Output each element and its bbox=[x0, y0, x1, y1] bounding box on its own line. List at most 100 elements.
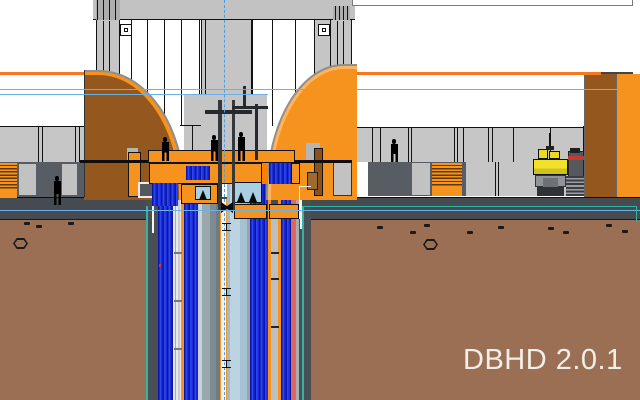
tower-square-left-inner bbox=[124, 28, 128, 32]
soil-rock bbox=[606, 224, 612, 227]
soil-rock bbox=[377, 226, 383, 229]
canister-rack-low bbox=[152, 183, 178, 206]
door-panel bbox=[412, 163, 430, 195]
wall-stud bbox=[38, 126, 39, 162]
canister-rack bbox=[269, 163, 291, 184]
wall-stud bbox=[492, 128, 493, 162]
mast-line bbox=[97, 0, 98, 20]
vertical-centerline-lower bbox=[224, 213, 225, 400]
wall-stud bbox=[372, 128, 373, 162]
soil-rock bbox=[36, 225, 42, 228]
tower-square-right-inner bbox=[322, 28, 326, 32]
canister-stack-left-outer bbox=[158, 185, 173, 400]
cad-section-drawing: DBHD 2.0.1 bbox=[0, 0, 640, 400]
canister-stack-left-inner bbox=[184, 185, 198, 400]
soil-rock bbox=[498, 226, 504, 229]
casing-joint-tick bbox=[174, 300, 182, 302]
platform-block bbox=[234, 204, 267, 219]
worker-figure bbox=[160, 137, 170, 161]
wall-stud bbox=[411, 128, 412, 162]
casing-joint-tick bbox=[174, 348, 182, 350]
column-orange bbox=[617, 74, 640, 197]
casing-red-dot bbox=[159, 264, 161, 267]
soil-rock bbox=[467, 231, 473, 234]
gray-door bbox=[333, 160, 352, 196]
rig-cap bbox=[570, 148, 580, 153]
platform-block bbox=[269, 204, 299, 219]
casing-joint-tick bbox=[174, 252, 182, 254]
wall-stud bbox=[513, 128, 514, 162]
vent-louver-right bbox=[432, 163, 462, 186]
wall-stud bbox=[380, 128, 381, 162]
mast-line bbox=[109, 0, 110, 20]
worker-figure bbox=[236, 132, 246, 161]
rig-tread bbox=[566, 176, 584, 196]
window-mullion bbox=[272, 20, 273, 126]
casing-joint-tick bbox=[271, 278, 279, 280]
ledge-line bbox=[180, 125, 201, 126]
window-mullion bbox=[181, 20, 182, 126]
platform-block bbox=[291, 163, 300, 184]
lift-cage-window bbox=[233, 182, 262, 203]
foundation-slab bbox=[0, 197, 640, 220]
column-dark-brown bbox=[584, 74, 617, 197]
vent-louver-right-base bbox=[432, 186, 462, 196]
mast-line bbox=[115, 0, 116, 20]
centerline-joint-marker bbox=[222, 360, 231, 368]
guide-line-blue-upper2 bbox=[0, 94, 268, 95]
soil-rock bbox=[563, 231, 569, 234]
worker-figure bbox=[209, 135, 219, 161]
centerline-joint-marker bbox=[222, 288, 231, 296]
guide-line-blue-upper bbox=[0, 89, 640, 90]
headframe-post bbox=[232, 100, 236, 210]
column-top-line bbox=[601, 72, 633, 75]
worker-figure bbox=[52, 176, 62, 205]
guide-line-teal bbox=[304, 206, 637, 207]
drawing-title: DBHD 2.0.1 bbox=[463, 346, 623, 375]
white-corner-outline bbox=[299, 186, 311, 219]
wall-stud bbox=[79, 126, 80, 162]
soil-rock bbox=[68, 222, 74, 225]
wall-stud bbox=[75, 126, 76, 162]
vent-louver-left-base bbox=[0, 189, 17, 198]
worker-figure bbox=[389, 139, 399, 162]
wall-stud bbox=[463, 128, 464, 162]
mast-line bbox=[103, 0, 104, 20]
headframe-arm bbox=[232, 106, 268, 110]
casing-light-band bbox=[173, 190, 181, 400]
soil-rock bbox=[410, 231, 416, 234]
headframe-kingpost bbox=[255, 104, 258, 160]
casing-joint-tick bbox=[271, 252, 279, 254]
vehicle-hatch bbox=[543, 178, 558, 187]
guide-teal-corner bbox=[636, 206, 637, 222]
wall-stud bbox=[454, 128, 455, 162]
vehicle-tracks bbox=[537, 187, 564, 196]
vertical-centerline-upper bbox=[224, 0, 225, 202]
centerline-joint-marker bbox=[222, 223, 231, 231]
soil-rock bbox=[24, 222, 30, 225]
soil-rock bbox=[424, 224, 430, 227]
shaft-boundary-teal-right bbox=[302, 206, 304, 400]
vent-louver-left bbox=[0, 163, 17, 189]
headframe-crossbar bbox=[205, 110, 252, 114]
vehicle-yellow-box bbox=[549, 151, 560, 159]
casing-joint-tick bbox=[271, 326, 279, 328]
wall-stud bbox=[42, 126, 43, 162]
mast-line bbox=[347, 6, 348, 20]
roofline-right bbox=[357, 72, 601, 76]
mast-line bbox=[339, 6, 340, 20]
shaft-boundary-teal-left bbox=[146, 206, 148, 400]
wall-stud bbox=[457, 128, 458, 162]
roofline-left bbox=[0, 72, 84, 75]
door-panel bbox=[62, 164, 77, 195]
soil-rock bbox=[548, 227, 554, 230]
mini-canister-rack bbox=[186, 166, 210, 180]
parapet-outline bbox=[352, 0, 633, 6]
vehicle-body bbox=[533, 159, 568, 175]
window-mullion bbox=[164, 20, 165, 126]
door-frame-line bbox=[498, 162, 499, 196]
rig-red-stripe bbox=[568, 156, 584, 160]
guide-line-blue-ground bbox=[0, 210, 640, 211]
steel-liner-column bbox=[198, 184, 220, 400]
door-panel bbox=[19, 164, 36, 195]
